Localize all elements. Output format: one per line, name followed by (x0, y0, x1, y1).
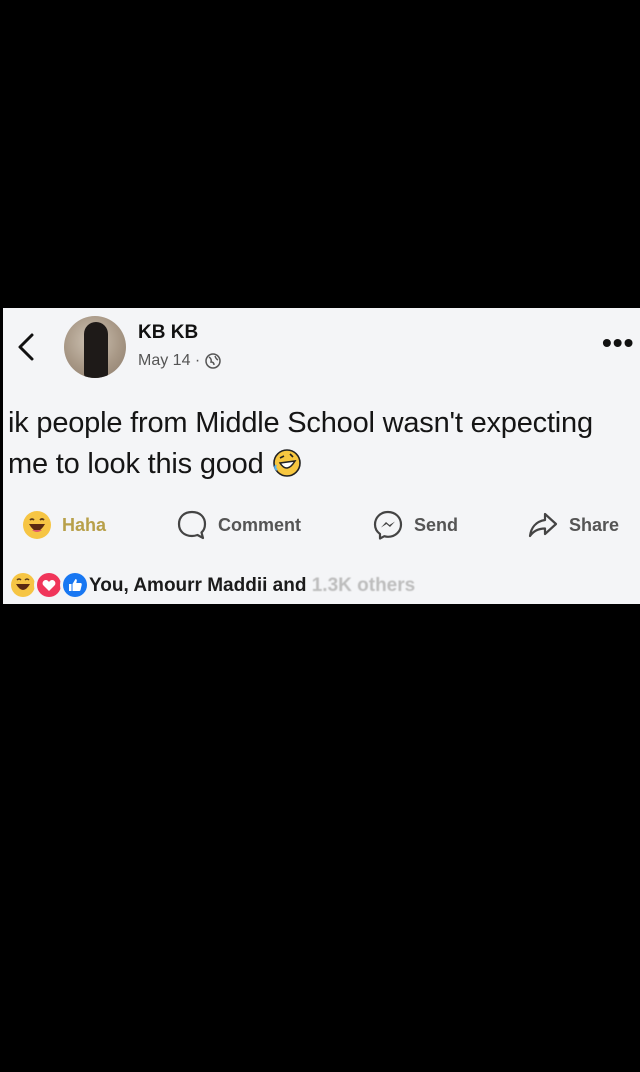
haha-button[interactable]: Haha (22, 505, 106, 545)
back-chevron-icon[interactable] (14, 330, 38, 364)
send-button[interactable]: Send (372, 505, 458, 545)
reactions-summary[interactable]: You, Amourr Maddii and 1.3K others (89, 575, 415, 597)
comment-button[interactable]: Comment (176, 505, 301, 545)
comment-label: Comment (218, 514, 302, 535)
share-button[interactable]: Share (527, 505, 619, 545)
reaction-icons[interactable] (8, 570, 90, 600)
messenger-icon (373, 510, 403, 540)
reactions-names: You, Amourr Maddii and (89, 575, 307, 596)
haha-emoji-icon (23, 511, 51, 539)
post-text: ik people from Middle School wasn't expe… (8, 403, 608, 485)
like-reaction-icon (60, 570, 90, 600)
post-author[interactable]: KB KB (138, 322, 198, 344)
comment-icon (177, 510, 207, 540)
haha-label: Haha (62, 514, 107, 535)
post-meta: May 14 · (138, 352, 221, 370)
post-date: May 14 · (138, 352, 201, 369)
send-label: Send (414, 514, 459, 535)
globe-icon (205, 353, 221, 369)
rofl-emoji-icon (272, 449, 301, 477)
reactions-count: 1.3K others (311, 575, 416, 596)
more-options-icon[interactable]: ••• (602, 329, 634, 357)
avatar[interactable] (64, 316, 126, 378)
action-bar: Haha Comment Send Share (0, 505, 640, 545)
share-icon (528, 512, 558, 538)
share-label: Share (569, 514, 620, 535)
